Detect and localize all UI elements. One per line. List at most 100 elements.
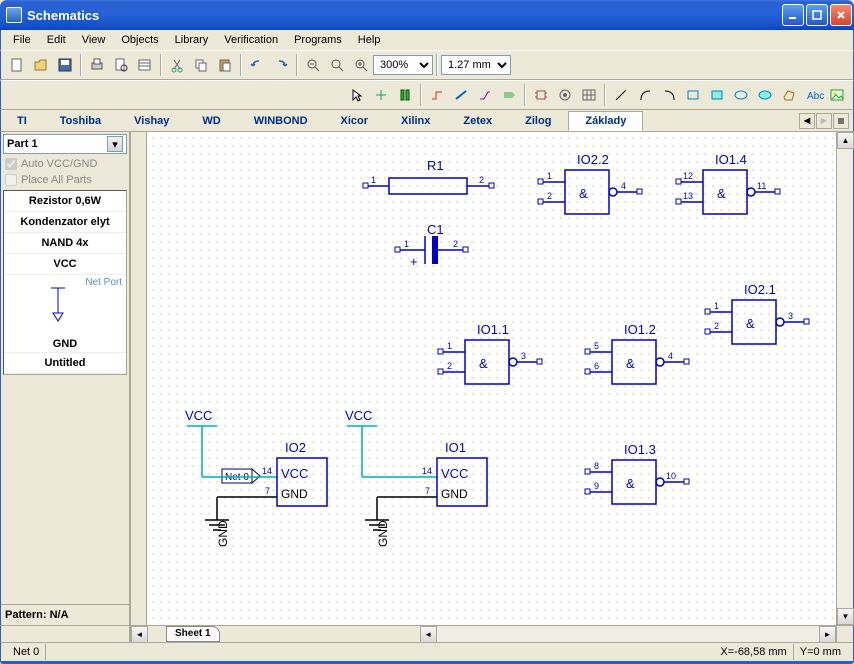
sheet-prev-icon[interactable]: ◄ <box>131 626 148 643</box>
ellipsefill-tool-icon[interactable] <box>754 84 776 106</box>
busconn-icon[interactable] <box>474 84 496 106</box>
wire-icon[interactable] <box>426 84 448 106</box>
svg-text:IO2.1: IO2.1 <box>744 282 776 297</box>
svg-text:14: 14 <box>422 466 432 476</box>
rect-tool-icon[interactable] <box>682 84 704 106</box>
zoom-in-icon[interactable] <box>350 54 372 76</box>
netport-icon[interactable] <box>498 84 520 106</box>
copy-icon[interactable] <box>190 54 212 76</box>
svg-text:&: & <box>746 316 755 331</box>
poly-tool-icon[interactable] <box>778 84 800 106</box>
cursor-icon[interactable] <box>346 84 368 106</box>
save-file-icon[interactable] <box>54 54 76 76</box>
list-item-netport[interactable]: Net Port GND <box>4 275 126 353</box>
menu-objects[interactable]: Objects <box>113 32 166 48</box>
libtab-xilinx[interactable]: Xilinx <box>385 112 447 130</box>
table-icon[interactable] <box>578 84 600 106</box>
menu-library[interactable]: Library <box>167 32 217 48</box>
sheet-icon[interactable] <box>394 84 416 106</box>
libtab-toshiba[interactable]: Toshiba <box>44 112 118 130</box>
menu-help[interactable]: Help <box>350 32 389 48</box>
status-net: Net 0 <box>7 644 46 660</box>
svg-text:1: 1 <box>404 239 409 249</box>
print-icon[interactable] <box>86 54 108 76</box>
svg-text:1: 1 <box>447 341 452 351</box>
partpins-icon[interactable] <box>530 84 552 106</box>
ellipse-tool-icon[interactable] <box>730 84 752 106</box>
svg-text:3: 3 <box>521 351 526 361</box>
rectfill-tool-icon[interactable] <box>706 84 728 106</box>
part-selector[interactable]: Part 1 ▾ <box>3 134 127 154</box>
sheet-tab[interactable]: Sheet 1 <box>166 626 220 642</box>
horizontal-scrollbar[interactable] <box>437 626 819 642</box>
arc-tool-icon[interactable] <box>634 84 656 106</box>
open-file-icon[interactable] <box>30 54 52 76</box>
svg-text:4: 4 <box>668 351 673 361</box>
libtab-left-icon[interactable]: ◄ <box>799 113 815 129</box>
hscroll-right-icon[interactable]: ► <box>819 626 836 643</box>
libtab-winbond[interactable]: WINBOND <box>238 112 325 130</box>
svg-text:IO2: IO2 <box>285 440 306 455</box>
svg-text:2: 2 <box>447 361 452 371</box>
close-button[interactable] <box>830 4 852 26</box>
libtab-dropdown-icon[interactable] <box>833 113 849 129</box>
component-icon[interactable] <box>370 84 392 106</box>
arc2-tool-icon[interactable] <box>658 84 680 106</box>
svg-text:GND: GND <box>216 520 230 547</box>
text-tool-icon[interactable]: Abc <box>802 84 824 106</box>
paste-icon[interactable] <box>214 54 236 76</box>
image-tool-icon[interactable] <box>826 84 848 106</box>
menu-verification[interactable]: Verification <box>216 32 286 48</box>
libtab-ti[interactable]: TI <box>1 112 44 130</box>
libtab-vishay[interactable]: Vishay <box>118 112 186 130</box>
svg-text:GND: GND <box>281 487 308 501</box>
line-tool-icon[interactable] <box>610 84 632 106</box>
svg-text:2: 2 <box>479 175 484 185</box>
list-item[interactable]: Untitled <box>4 353 126 374</box>
libtab-zilog[interactable]: Zilog <box>509 112 568 130</box>
titles-icon[interactable] <box>134 54 156 76</box>
pattern-label: Pattern: N/A <box>1 604 129 625</box>
redo-icon[interactable] <box>270 54 292 76</box>
menubar: File Edit View Objects Library Verificat… <box>0 30 854 50</box>
list-item[interactable]: Kondenzator elyt <box>4 212 126 233</box>
maximize-button[interactable] <box>806 4 828 26</box>
bus-icon[interactable] <box>450 84 472 106</box>
svg-text:3: 3 <box>788 311 793 321</box>
print-preview-icon[interactable] <box>110 54 132 76</box>
undo-icon[interactable] <box>246 54 268 76</box>
libtab-right-icon[interactable]: ► <box>816 113 832 129</box>
canvas[interactable]: R1 1 2 C1 1 2 + <box>131 132 853 625</box>
libtab-zetex[interactable]: Zetex <box>447 112 509 130</box>
menu-file[interactable]: File <box>5 32 39 48</box>
libtab-zaklady[interactable]: Základy <box>568 111 643 131</box>
zoom-fit-icon[interactable] <box>326 54 348 76</box>
cut-icon[interactable] <box>166 54 188 76</box>
main: Part 1 ▾ Auto VCC/GND Place All Parts Re… <box>0 132 854 625</box>
list-item[interactable]: Rezistor 0,6W <box>4 191 126 212</box>
zoom-out-icon[interactable] <box>302 54 324 76</box>
libtab-xicor[interactable]: Xicor <box>325 112 386 130</box>
hscroll-left-icon[interactable]: ◄ <box>420 626 437 643</box>
menu-view[interactable]: View <box>74 32 114 48</box>
list-item[interactable]: VCC <box>4 254 126 275</box>
svg-text:IO1.3: IO1.3 <box>624 442 656 457</box>
svg-text:+: + <box>410 254 418 269</box>
new-file-icon[interactable] <box>6 54 28 76</box>
svg-text:VCC: VCC <box>345 408 372 423</box>
svg-text:VCC: VCC <box>441 466 468 481</box>
list-item[interactable]: NAND 4x <box>4 233 126 254</box>
menu-programs[interactable]: Programs <box>286 32 350 48</box>
zoom-select[interactable]: 300% <box>373 55 433 75</box>
pinpad-icon[interactable] <box>554 84 576 106</box>
menu-edit[interactable]: Edit <box>39 32 74 48</box>
libtab-wd[interactable]: WD <box>186 112 237 130</box>
minimize-button[interactable] <box>782 4 804 26</box>
parts-list: Rezistor 0,6W Kondenzator elyt NAND 4x V… <box>3 190 127 375</box>
sidebar: Part 1 ▾ Auto VCC/GND Place All Parts Re… <box>1 132 131 625</box>
svg-text:&: & <box>626 476 635 491</box>
grid-select[interactable]: 1.27 mm <box>441 55 511 75</box>
vertical-scrollbar[interactable]: ▲ ▼ <box>836 132 853 625</box>
svg-text:&: & <box>717 186 726 201</box>
svg-text:11: 11 <box>757 181 766 191</box>
